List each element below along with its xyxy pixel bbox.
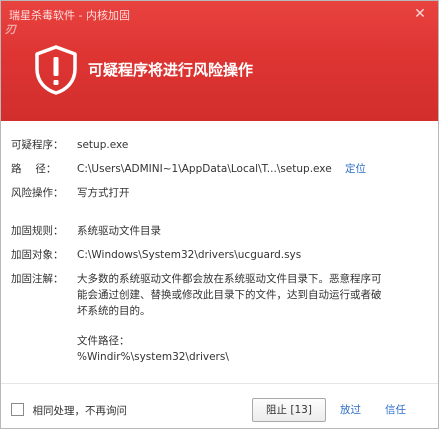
filepath-label: 文件路径： bbox=[77, 335, 130, 347]
note-spacer bbox=[77, 319, 438, 333]
path-value: C:\Users\ADMINI~1\AppData\Local\T...\set… bbox=[77, 163, 332, 175]
program-value: setup.exe bbox=[77, 139, 129, 151]
alert-headline: 可疑程序将进行风险操作 bbox=[88, 61, 254, 79]
locate-link[interactable]: 定位 bbox=[345, 163, 366, 175]
program-label: 可疑程序： bbox=[11, 139, 64, 151]
window-title: 瑞星杀毒软件 - 内核加固 bbox=[9, 9, 130, 22]
risk-label: 风险操作： bbox=[11, 187, 64, 199]
remember-checkbox[interactable] bbox=[11, 403, 24, 416]
target-value: C:\Windows\System32\drivers\ucguard.sys bbox=[77, 249, 302, 261]
note-line: 坏系统的目的。 bbox=[77, 305, 151, 317]
filepath-value: %Windir%\system32\drivers\ bbox=[77, 351, 229, 363]
alert-header: 瑞星杀毒软件 - 内核加固 刃 ✕ 可疑程序将进行风险操作 bbox=[1, 1, 438, 121]
remember-checkbox-label[interactable]: 相同处理，不再询问 bbox=[33, 405, 128, 417]
note-label: 加固注解： bbox=[11, 273, 64, 285]
dialog-footer: 相同处理，不再询问 阻止 [13] 放过 信任 bbox=[1, 383, 438, 428]
allow-button[interactable]: 放过 bbox=[340, 402, 361, 418]
path-value-group: C:\Users\ADMINI~1\AppData\Local\T...\set… bbox=[77, 161, 366, 177]
close-button[interactable]: ✕ bbox=[412, 6, 428, 22]
rule-value: 系统驱动文件目录 bbox=[77, 225, 161, 237]
trust-button[interactable]: 信任 bbox=[385, 402, 406, 418]
block-button[interactable]: 阻止 [13] bbox=[252, 398, 326, 422]
brand-logo-icon: 刃 bbox=[5, 23, 16, 36]
rule-label: 加固规则： bbox=[11, 225, 64, 237]
warning-shield-icon bbox=[35, 45, 77, 95]
note-line: 能会通过创建、替换或修改此目录下的文件，达到自动运行或者破 bbox=[77, 289, 382, 301]
path-label: 路 径： bbox=[11, 163, 57, 175]
note-line: 大多数的系统驱动文件都会放在系统驱动文件目录下。恶意程序可 bbox=[77, 273, 382, 285]
alert-dialog: 瑞星杀毒软件 - 内核加固 刃 ✕ 可疑程序将进行风险操作 可疑程序： setu… bbox=[0, 0, 439, 429]
risk-value: 写方式打开 bbox=[77, 187, 130, 199]
target-label: 加固对象： bbox=[11, 249, 64, 261]
note-text: 大多数的系统驱动文件都会放在系统驱动文件目录下。恶意程序可 能会通过创建、替换或… bbox=[77, 271, 438, 365]
remember-choice[interactable]: 相同处理，不再询问 bbox=[11, 403, 127, 419]
